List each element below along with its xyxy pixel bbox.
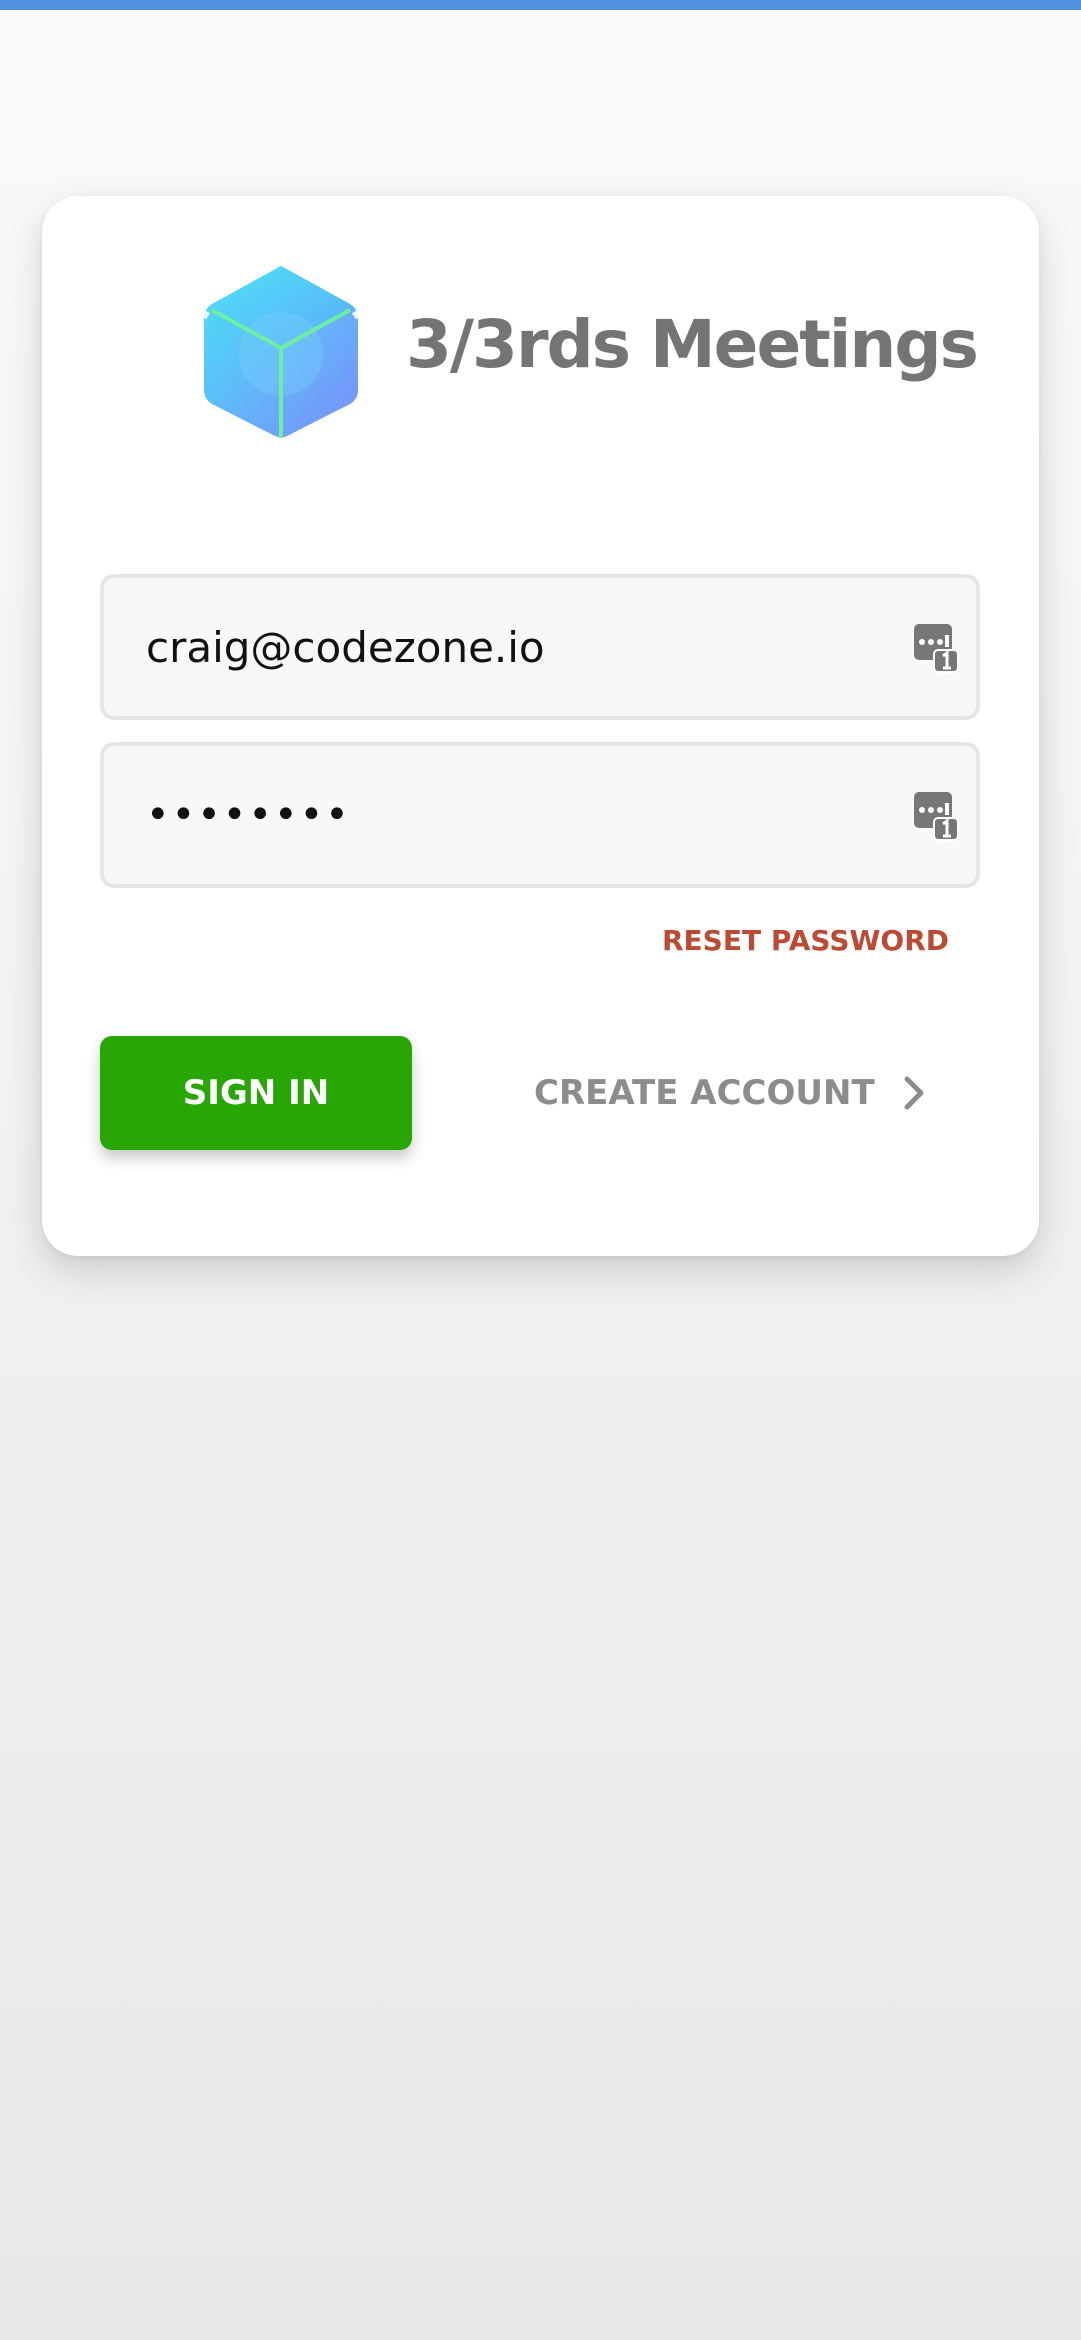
- cube-logo-icon: [201, 266, 361, 438]
- password-manager-icon[interactable]: [912, 790, 960, 842]
- email-field-container: [100, 574, 980, 720]
- create-account-label: CREATE ACCOUNT: [534, 1073, 875, 1113]
- email-field[interactable]: [146, 578, 866, 716]
- password-manager-icon[interactable]: [912, 622, 960, 674]
- app-title: 3/3rds Meetings: [406, 306, 979, 383]
- login-card: 3/3rds Meetings RESET PASSWORD SIGN IN C…: [42, 196, 1039, 1256]
- password-field[interactable]: [146, 746, 866, 884]
- chevron-right-icon: [904, 1076, 924, 1110]
- create-account-link[interactable]: CREATE ACCOUNT: [534, 1064, 925, 1122]
- status-bar-accent: [0, 0, 1081, 10]
- reset-password-link[interactable]: RESET PASSWORD: [662, 924, 949, 957]
- sign-in-button[interactable]: SIGN IN: [100, 1036, 412, 1150]
- password-field-container: [100, 742, 980, 888]
